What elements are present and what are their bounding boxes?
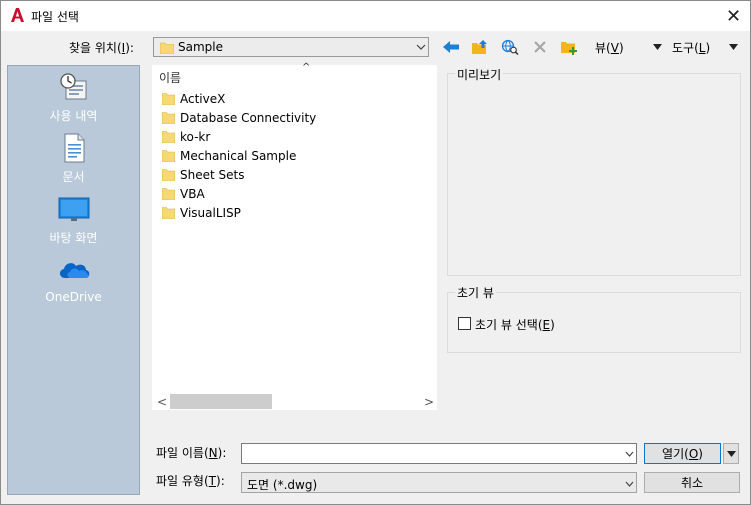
folder-icon [162,169,175,181]
new-folder-icon [561,42,577,55]
scroll-left-icon[interactable]: < [157,395,167,409]
autocad-app-icon [11,8,24,22]
folder-icon [162,188,175,200]
list-item[interactable]: VisualLISP [162,203,241,222]
initial-view-label: 초기 뷰 [455,284,496,301]
tools-dropdown-icon[interactable] [729,44,738,50]
place-label: OneDrive [45,290,102,304]
tools-menu[interactable]: 도구(L) [672,39,710,56]
folder-icon [162,112,175,124]
folder-icon [162,207,175,219]
folder-icon [162,93,175,105]
up-folder-icon [472,40,487,54]
filetype-value: 도면 (*.dwg) [247,478,318,492]
filetype-label: 파일 유형(T): [156,474,225,488]
filetype-select[interactable]: 도면 (*.dwg) [241,472,637,493]
title-bar: 파일 선택 ✕ [1,1,750,31]
place-label: 문서 [62,170,85,184]
back-arrow-icon [443,41,459,53]
chevron-down-icon [416,44,426,50]
open-button[interactable]: 열기(O) [644,443,721,464]
places-sidebar: 사용 내역 문서 바탕 화면 OneDrive [7,65,140,495]
place-label: 바탕 화면 [49,231,98,245]
list-item[interactable]: Mechanical Sample [162,146,296,165]
open-options-button[interactable] [723,443,739,464]
folder-icon [160,42,174,54]
chevron-down-icon [625,481,634,487]
onedrive-icon [59,263,89,278]
list-item[interactable]: Sheet Sets [162,165,244,184]
place-onedrive[interactable]: OneDrive [8,254,139,304]
create-folder-button[interactable] [559,37,579,57]
search-web-icon [501,39,519,55]
preview-panel [447,73,741,276]
list-item[interactable]: Database Connectivity [162,108,316,127]
scrollbar-thumb[interactable] [170,394,272,409]
list-item[interactable]: VBA [162,184,205,203]
list-item[interactable]: ActiveX [162,89,225,108]
lookin-label: 찾을 위치(I): [69,41,134,55]
scroll-right-icon[interactable]: > [424,395,434,409]
window-title: 파일 선택 [31,10,79,24]
documents-icon [64,133,84,163]
select-initial-view-label[interactable]: 초기 뷰 선택(E) [475,316,555,333]
list-item[interactable]: ko-kr [162,127,210,146]
folder-icon [162,150,175,162]
back-button[interactable] [441,37,461,57]
close-button[interactable]: ✕ [717,1,750,31]
place-label: 사용 내역 [49,109,98,123]
select-initial-view-checkbox[interactable] [458,317,471,330]
lookin-combo[interactable]: Sample [153,37,429,57]
sort-caret-icon: ^ [302,62,311,73]
folder-icon [162,131,175,143]
place-documents[interactable]: 문서 [8,132,139,185]
place-history[interactable]: 사용 내역 [8,71,139,124]
file-list[interactable]: ^ 이름 ActiveX Database Connectivity ko-kr… [152,62,437,394]
preview-label: 미리보기 [455,66,504,83]
history-icon [59,73,86,100]
horizontal-scrollbar[interactable]: < > [152,394,437,410]
caret-down-icon [726,450,736,457]
filename-label: 파일 이름(N): [156,446,227,460]
desktop-icon [58,197,89,221]
cancel-button[interactable]: 취소 [644,472,740,493]
column-header-name[interactable]: 이름 [159,69,181,86]
up-one-level-button[interactable] [470,37,490,57]
views-dropdown-icon[interactable] [653,44,662,50]
file-select-dialog: 파일 선택 ✕ 찾을 위치(I): Sample 뷰(V) 도구(L) 사용 내… [0,0,751,505]
views-menu[interactable]: 뷰(V) [595,39,624,56]
lookin-value: Sample [178,40,223,54]
place-desktop[interactable]: 바탕 화면 [8,193,139,246]
search-web-button[interactable] [500,37,520,57]
delete-icon [534,41,546,53]
close-icon: ✕ [725,5,742,27]
delete-button[interactable] [530,37,550,57]
filename-input[interactable] [241,443,637,464]
chevron-down-icon[interactable] [625,451,634,457]
